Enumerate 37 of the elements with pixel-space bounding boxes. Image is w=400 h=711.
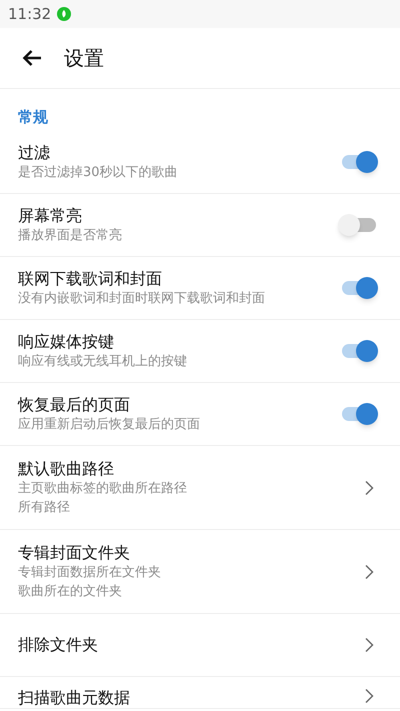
setting-title: 恢复最后的页面 [18, 394, 131, 414]
setting-description: 应用重新启动后恢复最后的页面 [18, 416, 200, 434]
setting-title: 响应媒体按键 [18, 332, 115, 352]
settings-row[interactable]: 默认歌曲路径 主页歌曲标签的歌曲所在路径 所有路径 [0, 446, 400, 530]
setting-description: 专辑封面数据所在文件夹 [18, 564, 161, 582]
setting-description: 播放界面是否常亮 [18, 226, 122, 244]
chevron-right-icon [364, 688, 374, 704]
setting-title: 默认歌曲路径 [18, 458, 115, 478]
setting-description: 是否过滤掉30秒以下的歌曲 [18, 164, 178, 182]
settings-row[interactable]: 响应媒体按键 响应有线或无线耳机上的按键 [0, 320, 400, 383]
setting-title: 扫描歌曲元数据 [18, 688, 130, 708]
settings-row[interactable]: 屏幕常亮 播放界面是否常亮 [0, 194, 400, 257]
toggle-switch[interactable] [338, 213, 378, 237]
back-arrow-icon [22, 49, 42, 67]
settings-row[interactable]: 扫描歌曲元数据 [0, 677, 400, 709]
setting-description: 没有内嵌歌词和封面时联网下载歌词和封面 [18, 290, 265, 308]
chevron-right-icon [364, 637, 374, 653]
settings-row[interactable]: 联网下载歌词和封面 没有内嵌歌词和封面时联网下载歌词和封面 [0, 257, 400, 320]
page-title: 设置 [64, 45, 104, 72]
setting-title: 专辑封面文件夹 [18, 542, 131, 562]
setting-title: 屏幕常亮 [18, 206, 83, 226]
chevron-right-icon [364, 480, 374, 496]
settings-row[interactable]: 专辑封面文件夹 专辑封面数据所在文件夹 歌曲所在的文件夹 [0, 530, 400, 614]
setting-title: 排除文件夹 [18, 635, 98, 655]
status-time: 11:32 [8, 4, 52, 25]
chevron-right-icon [364, 564, 374, 580]
app-notification-icon [57, 7, 72, 21]
section-header: 常规 [18, 108, 48, 126]
setting-description: 歌曲所在的文件夹 [18, 582, 123, 600]
settings-row[interactable]: 过滤 是否过滤掉30秒以下的歌曲 [0, 131, 400, 194]
settings-row[interactable]: 恢复最后的页面 应用重新启动后恢复最后的页面 [0, 383, 400, 446]
setting-title: 联网下载歌词和封面 [18, 268, 163, 288]
setting-description: 所有路径 [18, 498, 71, 516]
settings-row[interactable]: 排除文件夹 [0, 614, 400, 677]
setting-title: 过滤 [18, 142, 51, 162]
setting-description: 主页歌曲标签的歌曲所在路径 [18, 480, 187, 498]
setting-description: 响应有线或无线耳机上的按键 [18, 352, 187, 370]
